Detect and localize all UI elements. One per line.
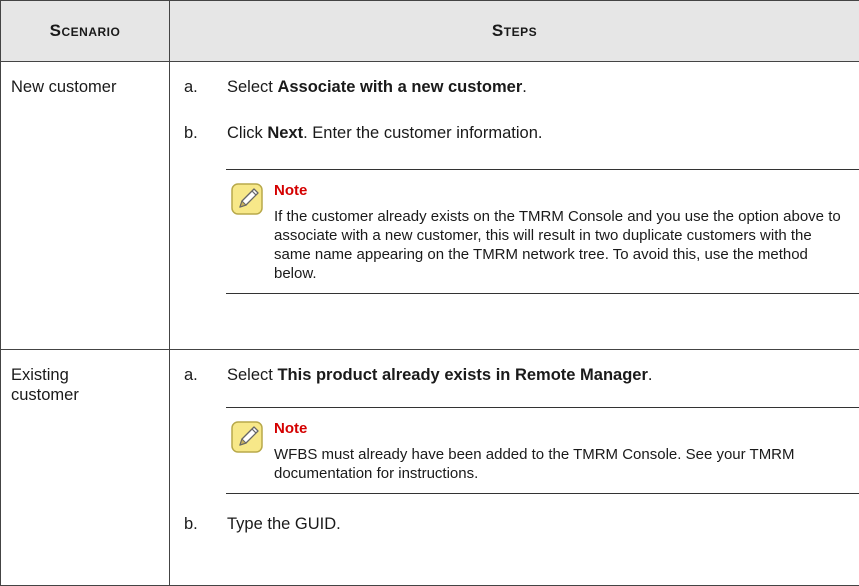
steps-cell: a. Select This product already exists in … [170,350,859,586]
step-text-bold: Next [267,124,303,142]
step-text-bold: Associate with a new customer [277,78,522,96]
step-text-post: . Enter the customer information. [303,124,542,142]
note-title: Note [274,182,847,200]
table-row: New customer a. Select Associate with a n… [1,62,859,350]
step-b: b. Type the GUID. [170,514,859,534]
step-letter: a. [184,77,198,97]
steps-cell: a. Select Associate with a new customer . … [170,62,859,350]
scenario-steps-table: Scenario Steps New customer a. Select Ass… [0,0,859,586]
step-letter: b. [184,123,198,143]
note-pencil-icon [230,420,264,454]
step-letter: a. [184,365,198,385]
note-title: Note [274,420,847,438]
scenario-label: New customer [11,78,116,96]
step-text-pre: Click [227,124,267,142]
note-box: Note If the customer already exists on t… [226,169,859,294]
step-a: a. Select This product already exists in … [170,365,859,385]
step-text-pre: Select [227,78,277,96]
step-a: a. Select Associate with a new customer. [170,77,859,97]
step-text-bold: This product already exists in Remote Ma… [277,366,647,384]
step-b: b. Click Next. Enter the customer informa… [170,123,859,143]
table-header-row: Scenario Steps [1,1,859,62]
scenario-label: Existing customer [11,365,121,405]
step-letter: b. [184,514,198,534]
step-text-post: . [522,78,527,96]
note-body: WFBS must already have been added to the… [274,445,847,483]
note-pencil-icon [230,182,264,216]
note-body: If the customer already exists on the TM… [274,207,847,283]
header-steps: Steps [170,1,859,62]
step-text-post: . [648,366,653,384]
step-text-pre: Select [227,366,277,384]
header-scenario: Scenario [1,1,170,62]
step-text: Type the GUID. [227,515,341,533]
scenario-cell: Existing customer [1,350,170,586]
table-row: Existing customer a. Select This product … [1,350,859,586]
note-box: Note WFBS must already have been added t… [226,407,859,494]
scenario-cell: New customer [1,62,170,350]
